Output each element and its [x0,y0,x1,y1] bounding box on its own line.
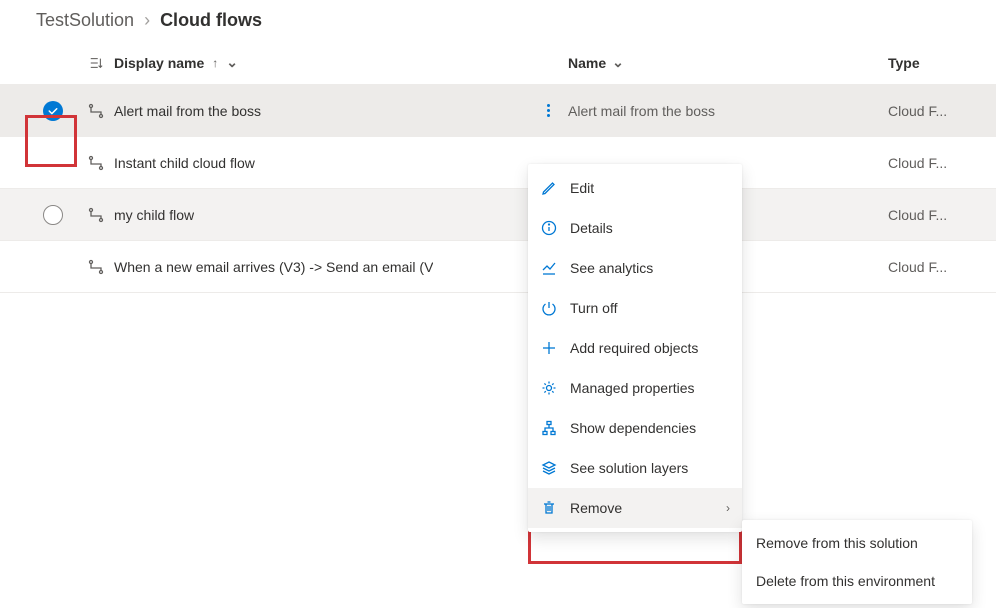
menu-remove[interactable]: Remove › [528,488,742,528]
row-type: Cloud F... [888,207,947,223]
chevron-right-icon: › [726,501,730,515]
submenu-label: Remove from this solution [756,535,958,551]
flow-icon [78,103,114,119]
row-type: Cloud F... [888,103,947,119]
context-menu: Edit Details See analytics Turn off Add … [528,164,742,532]
kebab-icon [547,104,550,117]
menu-analytics[interactable]: See analytics [528,248,742,288]
menu-edit[interactable]: Edit [528,168,742,208]
menu-turnoff[interactable]: Turn off [528,288,742,328]
chevron-down-icon[interactable]: ⌄ [612,54,624,71]
row-name: Alert mail from the boss [568,103,715,119]
row-display-name: my child flow [114,207,194,223]
row-type: Cloud F... [888,259,947,275]
breadcrumb-parent[interactable]: TestSolution [36,10,134,31]
submenu-label: Delete from this environment [756,573,958,589]
chevron-down-icon[interactable]: ⌄ [226,54,238,71]
submenu-delete-from-environment[interactable]: Delete from this environment [742,562,972,600]
menu-label: Add required objects [570,340,730,356]
row-checkbox[interactable] [43,205,63,225]
flow-icon [78,259,114,275]
breadcrumb: TestSolution › Cloud flows [0,0,996,41]
plus-icon [540,340,558,356]
column-display-name[interactable]: Display name ↑ ⌄ [114,54,528,71]
menu-label: Details [570,220,730,236]
layers-icon [540,460,558,476]
menu-label: See analytics [570,260,730,276]
chevron-right-icon: › [144,10,150,31]
menu-solution-layers[interactable]: See solution layers [528,448,742,488]
table-row[interactable]: Alert mail from the boss Alert mail from… [0,85,996,137]
row-display-name: When a new email arrives (V3) -> Send an… [114,259,433,275]
power-icon [540,300,558,316]
grid-header: Display name ↑ ⌄ Name ⌄ Type [0,41,996,85]
pencil-icon [540,180,558,196]
info-icon [540,220,558,236]
row-display-name: Alert mail from the boss [114,103,261,119]
menu-label: Turn off [570,300,730,316]
chart-icon [540,260,558,276]
row-checkbox-checked[interactable] [43,101,63,121]
sort-ascending-icon: ↑ [212,56,218,70]
submenu-remove-from-solution[interactable]: Remove from this solution [742,524,972,562]
menu-label: See solution layers [570,460,730,476]
menu-managed-properties[interactable]: Managed properties [528,368,742,408]
table-row[interactable]: Instant child cloud flow Cloud F... [0,137,996,189]
column-name[interactable]: Name ⌄ [568,54,888,71]
menu-add-required[interactable]: Add required objects [528,328,742,368]
flow-icon [78,207,114,223]
menu-label: Edit [570,180,730,196]
column-name-label: Name [568,55,606,71]
column-customize-icon[interactable] [78,56,114,70]
flow-icon [78,155,114,171]
row-type: Cloud F... [888,155,947,171]
hierarchy-icon [540,420,558,436]
breadcrumb-current: Cloud flows [160,10,262,31]
row-display-name: Instant child cloud flow [114,155,255,171]
table-row[interactable]: When a new email arrives (V3) -> Send an… [0,241,996,293]
column-type-label: Type [888,55,920,71]
column-display-name-label: Display name [114,55,204,71]
table-row[interactable]: my child flow Cloud F... [0,189,996,241]
column-type[interactable]: Type [888,55,968,71]
remove-submenu: Remove from this solution Delete from th… [742,520,972,604]
trash-icon [540,500,558,516]
menu-dependencies[interactable]: Show dependencies [528,408,742,448]
menu-label: Remove [570,500,714,516]
menu-details[interactable]: Details [528,208,742,248]
menu-label: Show dependencies [570,420,730,436]
gear-icon [540,380,558,396]
row-actions-button[interactable] [528,104,568,117]
menu-label: Managed properties [570,380,730,396]
